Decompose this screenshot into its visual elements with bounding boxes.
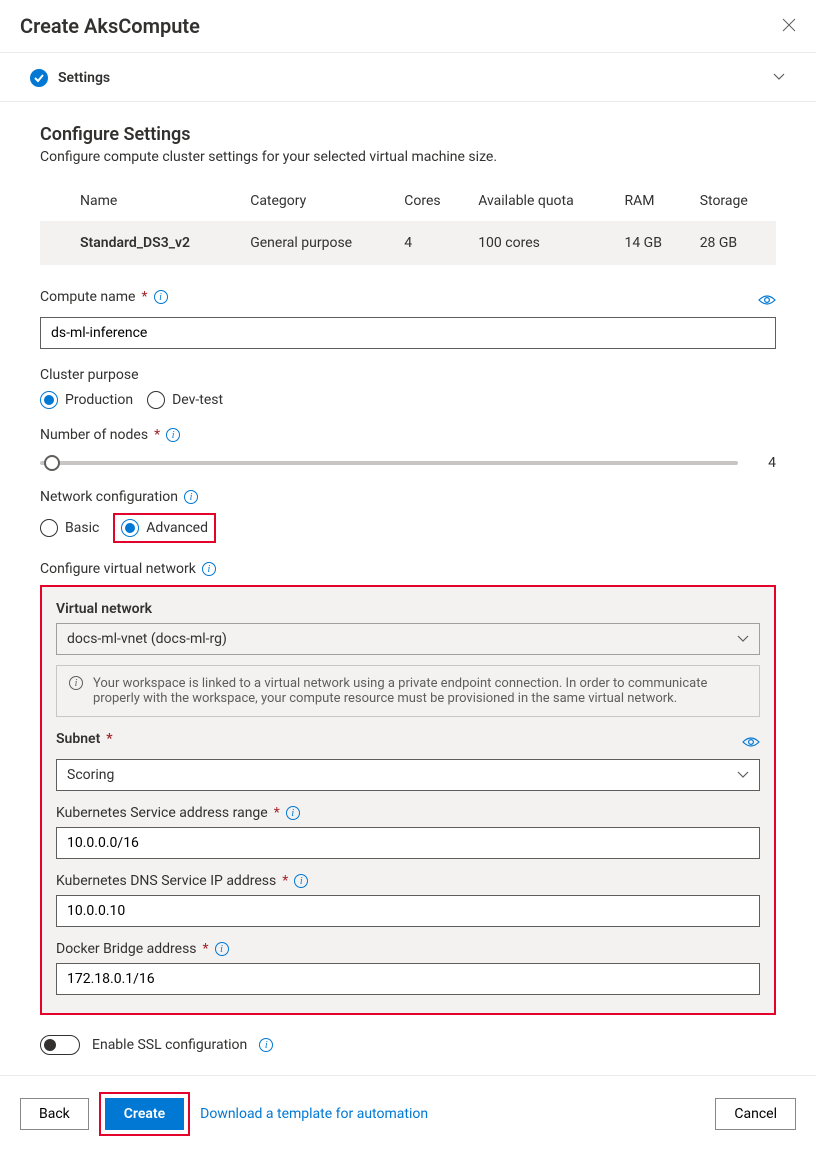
check-circle-icon <box>30 69 48 87</box>
compute-name-input[interactable] <box>40 317 776 349</box>
info-icon[interactable]: i <box>184 490 198 504</box>
ssl-toggle[interactable] <box>40 1035 80 1055</box>
info-icon[interactable]: i <box>202 562 216 576</box>
vnet-label: Virtual network <box>56 601 760 617</box>
radio-production-label: Production <box>65 392 133 408</box>
nodes-slider[interactable] <box>40 461 738 465</box>
docker-bridge-input[interactable] <box>56 963 760 995</box>
preview-eye-icon[interactable] <box>742 733 760 752</box>
k8s-range-label: Kubernetes Service address range * i <box>56 805 760 821</box>
cell-cores: 4 <box>392 221 466 265</box>
settings-accordion-header[interactable]: Settings <box>0 53 816 102</box>
radio-production[interactable]: Production <box>40 391 133 409</box>
compute-name-label: Compute name * i <box>40 289 168 305</box>
network-config-label: Network configuration i <box>40 489 776 505</box>
info-icon[interactable]: i <box>294 874 308 888</box>
cell-category: General purpose <box>238 221 392 265</box>
section-title: Configure Settings <box>40 124 776 145</box>
vm-size-table: Name Category Cores Available quota RAM … <box>40 185 776 265</box>
cell-name: Standard_DS3_v2 <box>40 221 238 265</box>
nodes-value: 4 <box>762 455 776 471</box>
k8s-dns-label: Kubernetes DNS Service IP address * i <box>56 873 760 889</box>
chevron-down-icon <box>772 70 786 86</box>
docker-bridge-label: Docker Bridge address * i <box>56 941 760 957</box>
radio-devtest[interactable]: Dev-test <box>147 391 223 409</box>
info-icon[interactable]: i <box>286 806 300 820</box>
subnet-select[interactable]: Scoring <box>56 759 760 791</box>
cancel-button[interactable]: Cancel <box>715 1098 796 1130</box>
dialog-header: Create AksCompute <box>0 0 816 53</box>
table-row: Standard_DS3_v2 General purpose 4 100 co… <box>40 221 776 265</box>
close-icon <box>782 18 796 32</box>
vnet-info-box: i Your workspace is linked to a virtual … <box>56 665 760 717</box>
vnet-select[interactable]: docs-ml-vnet (docs-ml-rg) <box>56 623 760 655</box>
col-quota: Available quota <box>466 185 612 221</box>
dialog-footer: Back Create Download a template for auto… <box>0 1075 816 1152</box>
close-button[interactable] <box>782 16 796 37</box>
radio-basic[interactable]: Basic <box>40 519 99 537</box>
info-icon: i <box>69 676 83 690</box>
info-icon[interactable]: i <box>259 1038 273 1052</box>
info-icon[interactable]: i <box>154 290 168 304</box>
chevron-down-icon <box>737 631 749 647</box>
col-category: Category <box>238 185 392 221</box>
col-name: Name <box>40 185 238 221</box>
configure-vnet-label: Configure virtual network i <box>40 561 776 577</box>
col-ram: RAM <box>612 185 687 221</box>
k8s-range-input[interactable] <box>56 827 760 859</box>
radio-advanced[interactable]: Advanced <box>121 519 208 537</box>
dialog-title: Create AksCompute <box>20 14 200 38</box>
cell-storage: 28 GB <box>688 221 776 265</box>
vnet-value: docs-ml-vnet (docs-ml-rg) <box>67 631 227 647</box>
nodes-label: Number of nodes * i <box>40 427 776 443</box>
download-template-link[interactable]: Download a template for automation <box>200 1106 428 1122</box>
info-icon[interactable]: i <box>166 428 180 442</box>
back-button[interactable]: Back <box>20 1098 89 1130</box>
cell-quota: 100 cores <box>466 221 612 265</box>
col-storage: Storage <box>688 185 776 221</box>
cell-ram: 14 GB <box>612 221 687 265</box>
radio-basic-label: Basic <box>65 520 99 536</box>
info-icon[interactable]: i <box>215 942 229 956</box>
vnet-info-text: Your workspace is linked to a virtual ne… <box>93 676 747 706</box>
radio-devtest-label: Dev-test <box>172 392 223 408</box>
accordion-title: Settings <box>58 70 110 86</box>
subnet-label: Subnet * <box>56 731 113 747</box>
cluster-purpose-label: Cluster purpose <box>40 367 776 383</box>
col-cores: Cores <box>392 185 466 221</box>
chevron-down-icon <box>737 767 749 783</box>
radio-advanced-label: Advanced <box>146 520 208 536</box>
slider-thumb[interactable] <box>44 455 60 471</box>
subnet-value: Scoring <box>67 767 114 783</box>
ssl-label: Enable SSL configuration <box>92 1037 247 1053</box>
section-subtitle: Configure compute cluster settings for y… <box>40 149 776 165</box>
create-button[interactable]: Create <box>105 1098 184 1130</box>
preview-eye-icon[interactable] <box>758 291 776 310</box>
vnet-panel: Virtual network docs-ml-vnet (docs-ml-rg… <box>40 585 776 1015</box>
k8s-dns-input[interactable] <box>56 895 760 927</box>
